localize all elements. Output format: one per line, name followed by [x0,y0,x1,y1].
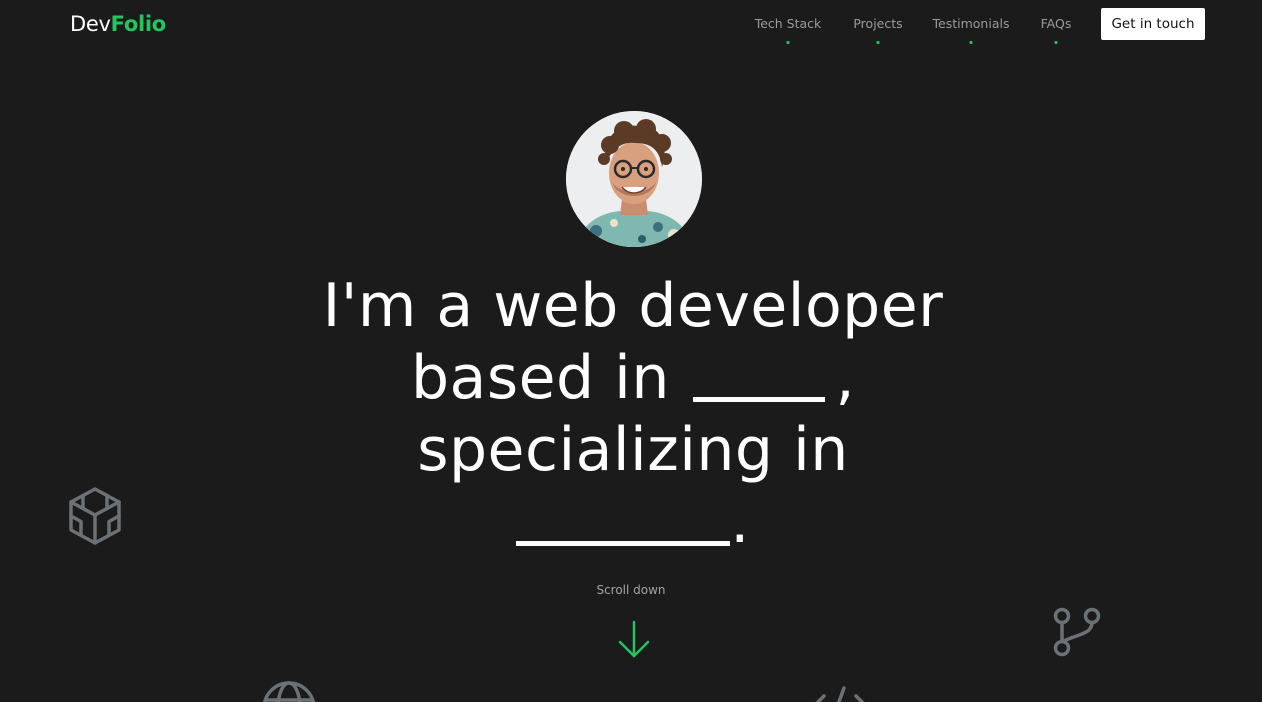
git-branch-icon [1053,607,1101,657]
main-nav: Tech Stack Projects Testimonials FAQs [0,0,1262,50]
scroll-down-label: Scroll down [596,583,666,597]
nav-indicator-dot [969,41,973,44]
nav-item-projects[interactable]: Projects [853,16,902,31]
nav-indicator-dot [786,41,790,44]
hero-line-1: I'm a web developer [322,271,944,341]
hero-line-4-suffix: . [730,487,750,557]
code-icon [815,686,865,702]
hero-line-2-prefix: based in [410,343,670,413]
hero-line-3: specializing in [417,415,849,485]
hero-headline: I'm a web developer based in , specializ… [281,270,985,558]
avatar-portrait-image [566,111,702,247]
hero-line-2-suffix: , [835,343,856,413]
nav-indicator-dot [876,41,880,44]
location-blank [693,357,826,402]
avatar [566,111,702,247]
nav-item-tech-stack[interactable]: Tech Stack [755,16,822,31]
specialty-blank [516,501,731,546]
codesandbox-icon [69,487,121,545]
nav-item-testimonials[interactable]: Testimonials [933,16,1010,31]
nav-item-faqs[interactable]: FAQs [1041,16,1072,31]
page: DevFolio Tech Stack Projects Testimonial… [0,0,1262,702]
globe-icon [262,681,316,702]
get-in-touch-button[interactable]: Get in touch [1101,8,1205,40]
hero-line-2: based in , [281,342,985,414]
arrow-down-icon[interactable] [617,620,651,660]
nav-indicator-dot [1054,41,1058,44]
hero-line-4: . [281,486,985,558]
